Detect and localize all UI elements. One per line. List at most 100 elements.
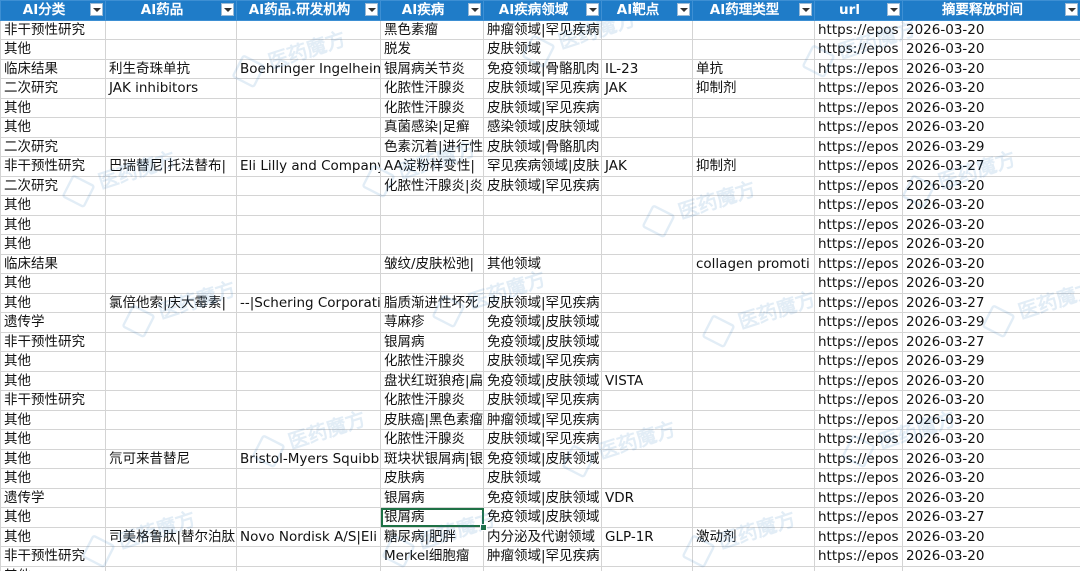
- table-cell[interactable]: [105, 136, 237, 157]
- table-cell[interactable]: 遗传学: [0, 312, 106, 333]
- table-cell[interactable]: [692, 39, 815, 60]
- table-cell[interactable]: [105, 390, 237, 411]
- table-cell[interactable]: [692, 565, 815, 571]
- table-cell[interactable]: 激动剂: [692, 526, 815, 547]
- filter-dropdown-icon[interactable]: [586, 3, 599, 16]
- table-cell[interactable]: https://epos: [814, 253, 903, 274]
- table-cell[interactable]: 皮肤领域|罕见疾病: [483, 292, 602, 313]
- table-cell[interactable]: [692, 273, 815, 294]
- table-cell[interactable]: 其他: [0, 117, 106, 138]
- table-cell[interactable]: AA淀粉样变性|: [380, 156, 484, 177]
- table-cell[interactable]: [236, 136, 381, 157]
- table-cell[interactable]: 皮肤领域|罕见疾病: [483, 351, 602, 372]
- table-cell[interactable]: [105, 97, 237, 118]
- table-cell[interactable]: 盘状红斑狼疮|扁: [380, 370, 484, 391]
- table-cell[interactable]: https://epos: [814, 78, 903, 99]
- table-cell[interactable]: 2026-03-20: [902, 214, 1080, 235]
- table-cell[interactable]: VDR: [601, 487, 693, 508]
- table-cell[interactable]: [601, 195, 693, 216]
- table-cell[interactable]: 2026-03-29: [902, 136, 1080, 157]
- table-cell[interactable]: [902, 565, 1080, 571]
- table-cell[interactable]: 2026-03-20: [902, 175, 1080, 196]
- table-cell[interactable]: https://epos: [814, 468, 903, 489]
- filter-dropdown-icon[interactable]: [90, 3, 103, 16]
- table-cell[interactable]: 皮肤领域|罕见疾病: [483, 78, 602, 99]
- table-cell[interactable]: [692, 429, 815, 450]
- table-cell[interactable]: 色素沉着|进行性: [380, 136, 484, 157]
- table-cell[interactable]: https://epos: [814, 39, 903, 60]
- table-cell[interactable]: [236, 468, 381, 489]
- table-cell[interactable]: 其他: [0, 370, 106, 391]
- filter-dropdown-icon[interactable]: [1065, 3, 1078, 16]
- table-cell[interactable]: 银屑病: [380, 487, 484, 508]
- table-cell[interactable]: 临床结果: [0, 58, 106, 79]
- table-cell[interactable]: [105, 429, 237, 450]
- table-cell[interactable]: 免疫领域|骨骼肌肉: [483, 58, 602, 79]
- column-header[interactable]: AI药品: [105, 0, 237, 21]
- table-cell[interactable]: JAK inhibitors: [105, 78, 237, 99]
- table-cell[interactable]: 皮肤领域: [483, 39, 602, 60]
- table-cell[interactable]: 2026-03-20: [902, 429, 1080, 450]
- table-cell[interactable]: [236, 331, 381, 352]
- table-cell[interactable]: https://epos: [814, 526, 903, 547]
- table-cell[interactable]: 其他: [0, 214, 106, 235]
- table-cell[interactable]: 感染领域|皮肤领域: [483, 117, 602, 138]
- table-cell[interactable]: 其他: [0, 429, 106, 450]
- table-cell[interactable]: 2026-03-20: [902, 409, 1080, 430]
- table-cell[interactable]: Novo Nordisk A/S|Eli: [236, 526, 381, 547]
- table-cell[interactable]: 其他: [0, 526, 106, 547]
- table-cell[interactable]: https://epos: [814, 448, 903, 469]
- table-cell[interactable]: [236, 39, 381, 60]
- table-cell[interactable]: 2026-03-20: [902, 370, 1080, 391]
- table-cell[interactable]: [105, 214, 237, 235]
- table-cell[interactable]: [105, 351, 237, 372]
- table-cell[interactable]: 肿瘤领域|罕见疾病: [483, 409, 602, 430]
- column-header[interactable]: AI分类: [0, 0, 106, 21]
- column-header[interactable]: url: [814, 0, 903, 21]
- table-cell[interactable]: [692, 214, 815, 235]
- table-cell[interactable]: 皮肤领域|罕见疾病: [483, 97, 602, 118]
- table-cell[interactable]: GLP-1R: [601, 526, 693, 547]
- filter-dropdown-icon[interactable]: [221, 3, 234, 16]
- table-cell[interactable]: 罕见疾病领域|皮肤: [483, 156, 602, 177]
- table-cell[interactable]: 其他: [0, 195, 106, 216]
- table-cell[interactable]: collagen promoti: [692, 253, 815, 274]
- table-cell[interactable]: 其他: [0, 468, 106, 489]
- table-cell[interactable]: https://epos: [814, 351, 903, 372]
- table-cell[interactable]: [601, 39, 693, 60]
- table-cell[interactable]: 2026-03-20: [902, 546, 1080, 567]
- table-cell[interactable]: https://epos: [814, 175, 903, 196]
- table-cell[interactable]: 其他: [0, 273, 106, 294]
- table-cell[interactable]: 斑块状银屑病|银: [380, 448, 484, 469]
- table-cell[interactable]: [601, 19, 693, 40]
- table-cell[interactable]: Bristol-Myers Squibb: [236, 448, 381, 469]
- table-cell[interactable]: [601, 312, 693, 333]
- table-cell[interactable]: 其他: [0, 351, 106, 372]
- table-cell[interactable]: [105, 370, 237, 391]
- table-cell[interactable]: [105, 19, 237, 40]
- table-cell[interactable]: [236, 19, 381, 40]
- table-cell[interactable]: 真菌感染|足癣: [380, 117, 484, 138]
- table-cell[interactable]: 其他: [0, 39, 106, 60]
- table-cell[interactable]: [601, 175, 693, 196]
- table-cell[interactable]: 银屑病: [380, 331, 484, 352]
- table-cell[interactable]: 非干预性研究: [0, 546, 106, 567]
- table-cell[interactable]: https://epos: [814, 234, 903, 255]
- column-header[interactable]: AI靶点: [601, 0, 693, 21]
- table-cell[interactable]: [601, 507, 693, 528]
- table-cell[interactable]: [692, 331, 815, 352]
- table-cell[interactable]: [601, 136, 693, 157]
- table-cell[interactable]: [601, 97, 693, 118]
- table-cell[interactable]: [236, 312, 381, 333]
- table-cell[interactable]: [380, 214, 484, 235]
- table-cell[interactable]: 免疫领域|皮肤领域: [483, 331, 602, 352]
- table-cell[interactable]: 2026-03-20: [902, 273, 1080, 294]
- table-cell[interactable]: https://epos: [814, 487, 903, 508]
- table-cell[interactable]: 皱纹/皮肤松弛|: [380, 253, 484, 274]
- table-cell[interactable]: [105, 312, 237, 333]
- table-cell[interactable]: 巴瑞替尼|托法替布|: [105, 156, 237, 177]
- table-cell[interactable]: 2026-03-20: [902, 78, 1080, 99]
- table-cell[interactable]: https://epos: [814, 292, 903, 313]
- table-cell[interactable]: https://epos: [814, 19, 903, 40]
- table-cell[interactable]: [601, 253, 693, 274]
